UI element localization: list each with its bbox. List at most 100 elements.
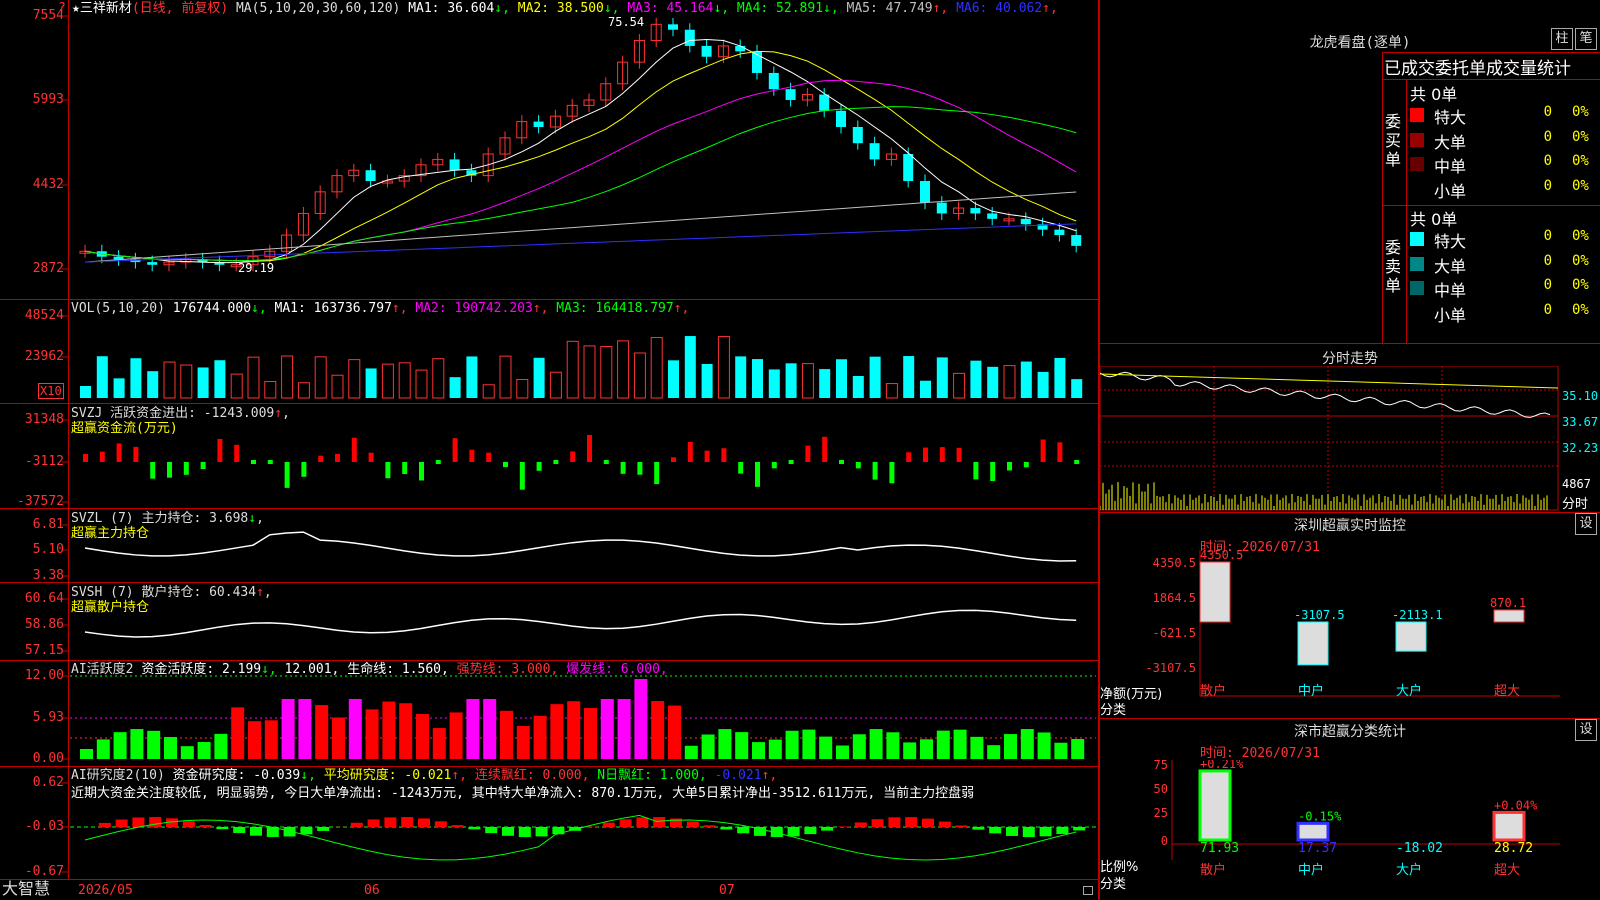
svzj-bar-7	[200, 462, 206, 470]
vol-arrow-2: ↑,	[673, 301, 690, 316]
sz-class-chart[interactable]: 75 50 25 0 +0.21% 71.93 散户 -0.15% 17.37 中户 -18.02 大…	[1100, 760, 1600, 900]
sell-swatch-0	[1410, 232, 1424, 246]
vol-bar-7	[197, 367, 209, 398]
candle-50	[920, 181, 930, 203]
sell-name-3: 小单	[1434, 305, 1467, 325]
svzj-bar-5	[167, 462, 172, 478]
vol-item-0: MA1: 163736.797	[274, 301, 392, 316]
intraday-axis-2: 33.67	[1562, 415, 1599, 429]
ai2-bar-37	[701, 734, 715, 759]
sz-monitor-settings-button[interactable]: 设	[1575, 513, 1597, 535]
vol-bar-14	[314, 356, 327, 399]
vol-item-2: MA3: 164418.797	[556, 301, 674, 316]
main-chart-svg[interactable]	[0, 0, 1098, 880]
ai2-bar-40	[752, 742, 765, 759]
buy-count-2: 0	[1543, 153, 1552, 169]
ai2-bar-46	[852, 734, 866, 759]
svsh-arrow: ↑	[256, 585, 264, 600]
bar-mode-button[interactable]: 柱	[1551, 28, 1573, 50]
ai10-bar-26	[518, 827, 531, 837]
ai2-bar-10	[248, 721, 261, 759]
svzj-bar-0	[83, 454, 88, 462]
vol-bar-1	[96, 356, 108, 398]
vol-bar-33	[633, 352, 646, 399]
svzl-axis-2: 5.10	[32, 542, 64, 557]
ai2-bar-39	[735, 732, 749, 759]
vol-bar-22	[449, 377, 461, 398]
vol-bar-30	[583, 345, 596, 399]
candle-51	[936, 202, 947, 214]
ai2-bar-30	[584, 707, 597, 759]
vol-bar-48	[885, 383, 898, 399]
lock-icon[interactable]	[1083, 886, 1093, 895]
date-label-1: 2026/05	[78, 883, 133, 898]
chart-pane[interactable]: ? ★三祥新材(日线, 前复权) MA(5,10,20,30,60,120) M…	[0, 0, 1100, 900]
svzj-bar-35	[671, 457, 676, 462]
svzj-bar-6	[183, 462, 189, 475]
ai2-bar-29	[567, 701, 581, 759]
vol-bar-26	[516, 379, 529, 399]
vol-bar-28	[549, 371, 562, 399]
intraday-chart[interactable]	[1100, 366, 1600, 512]
ai2-bar-33	[634, 679, 648, 759]
svzj-bar-15	[335, 453, 340, 462]
tick-mode-button[interactable]: 笔	[1575, 28, 1597, 50]
ai2-bar-49	[903, 742, 917, 759]
svzj-bar-16	[351, 437, 357, 462]
vol-axis-1: 48524	[24, 308, 64, 323]
ai10-bar-49	[905, 817, 918, 827]
vol-bar-11	[264, 381, 277, 399]
ai2-bar-32	[617, 699, 631, 759]
sell-name-2: 中单	[1434, 281, 1467, 300]
vol-bar-51	[936, 357, 948, 398]
sz-class-settings-button[interactable]: 设	[1575, 719, 1597, 741]
ai10-bar-56	[1022, 827, 1035, 837]
buy-name-3: 小单	[1434, 181, 1467, 201]
ai10-bar-8	[216, 827, 229, 830]
dragon-title: 龙虎看盘(逐单)	[1309, 35, 1411, 51]
ai2-items: 资金活跃度: 2.199↓, 12.001, 生命线: 1.560, 强势线: …	[141, 662, 667, 677]
class-axis-label-3: 0	[1161, 834, 1168, 848]
ai2-bar-57	[1037, 732, 1051, 759]
vol-bar-52	[953, 372, 966, 399]
buy-swatch-1	[1410, 132, 1424, 147]
svzj-title: 活跃资金进出: -1243.009	[110, 406, 275, 421]
ai2-bar-22	[449, 712, 463, 759]
ai2-bar-21	[432, 728, 446, 759]
ai2-bar-11	[264, 720, 278, 759]
vol-bar-49	[903, 356, 915, 398]
vol-bar-39	[735, 356, 747, 398]
svzj-bar-10	[251, 460, 256, 464]
ai2-bar-27	[533, 715, 547, 759]
monitor-cat-0: 散户	[1200, 683, 1226, 699]
vol-bar-55	[1003, 365, 1016, 399]
monitor-bar-3	[1493, 609, 1525, 623]
buy-count-3: 0	[1543, 177, 1552, 194]
vol-axis-2: 23962	[24, 349, 64, 364]
sz-monitor-title: 深圳超赢实时监控	[1294, 518, 1406, 534]
ai2-arrow-0: ↓,	[261, 662, 285, 677]
ma-line-4	[84, 191, 1077, 263]
ai10-bar-9	[233, 827, 246, 833]
svzj-bar-18	[385, 462, 391, 479]
intraday-frame	[1100, 366, 1559, 511]
candle-45	[836, 110, 846, 127]
vol-bar-45	[836, 359, 847, 398]
sz-monitor-chart[interactable]: 4350.5 1864.5 -621.5 -3107.5 4350.5 散户 -3107.5…	[1100, 540, 1600, 720]
svzl-title: 主力持仓: 3.698	[141, 511, 249, 526]
svzj-bar-53	[973, 462, 979, 480]
svzj-bar-32	[620, 462, 626, 474]
monitor-axis-label-2: -621.5	[1153, 626, 1196, 640]
sell-pct-3: 0%	[1572, 301, 1589, 318]
low-label: 29.19	[238, 261, 275, 275]
svzj-bar-9	[234, 444, 240, 462]
sell-count-3: 0	[1543, 301, 1552, 318]
buy-name-0: 特大	[1434, 108, 1467, 127]
ai2-item-3: 强势线: 3.000,	[456, 662, 559, 677]
svzj-axis-3: -37572	[17, 494, 64, 509]
vol-header: VOL(5,10,20) 176744.000↓, MA1: 163736.79…	[71, 301, 689, 317]
svzj-bar-29	[570, 451, 576, 462]
ai10-bar-51	[938, 821, 951, 827]
svzj-bar-45	[839, 460, 844, 464]
svsh-line	[84, 609, 1077, 638]
